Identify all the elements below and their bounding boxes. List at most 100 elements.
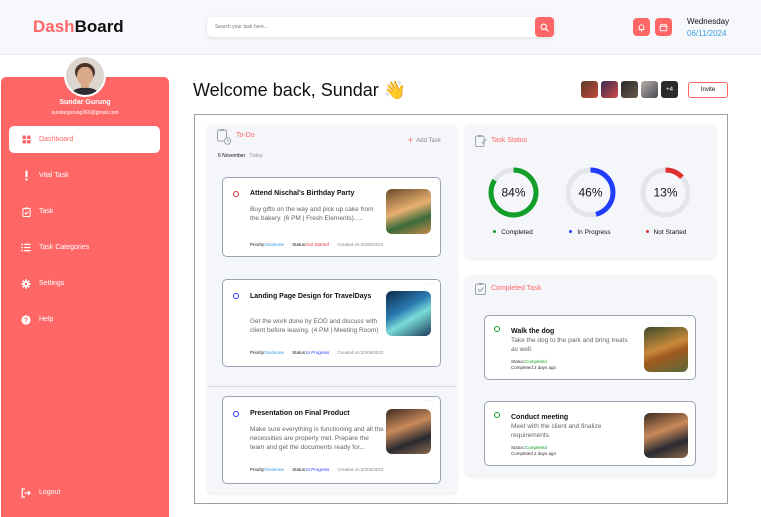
list-divider [208, 386, 456, 387]
priority-label: Priority: [250, 467, 266, 472]
completed-percent: 84% [501, 186, 525, 200]
sidebar-item-label: Vital Task [39, 172, 69, 179]
app-logo[interactable]: DashBoard [33, 17, 124, 37]
task-check-icon [21, 207, 31, 217]
status-value: Not Started [306, 242, 330, 247]
completed-task-title: Completed Task [491, 285, 542, 292]
status-value: In Progress [306, 467, 330, 472]
task-thumbnail [386, 291, 431, 336]
team-avatar[interactable] [621, 81, 638, 98]
search-input[interactable] [215, 20, 525, 34]
task-meta: Priority:Moderate Status:In Progress Creat… [250, 350, 383, 355]
task-meta: Priority:Moderate Status:Not Started Creat… [250, 242, 383, 247]
priority-label: Priority: [250, 242, 266, 247]
dashboard-icon [21, 135, 31, 144]
task-description: Get the work done by EOD and discuss wit… [250, 318, 379, 334]
legend-dot [569, 230, 573, 233]
team-avatar[interactable] [581, 81, 598, 98]
search-button[interactable] [535, 17, 554, 37]
more-options-icon[interactable]: ··· [427, 398, 434, 404]
page-title: Welcome back, Sundar 👋 [193, 80, 406, 101]
legend-in-progress: In Progress [560, 229, 620, 236]
completed-task-name: Conduct meeting [511, 414, 569, 421]
status-dot-completed [494, 412, 500, 418]
status-label: Status: [292, 242, 307, 247]
notifications-button[interactable] [633, 18, 650, 36]
team-avatar[interactable] [641, 81, 658, 98]
top-header: DashBoard Wednesday 06/11/2024 [0, 0, 761, 55]
status-value: Completed [525, 359, 547, 364]
team-avatar[interactable] [601, 81, 618, 98]
legend-label: In Progress [577, 229, 611, 236]
logout-button[interactable]: Logout [9, 479, 160, 506]
wave-emoji: 👋 [383, 80, 407, 100]
completed-ago: Completed 2 days ago [511, 451, 557, 456]
legend-not-started: Not Started [636, 229, 696, 236]
completed-task-description: Meet with the client and finalize requir… [511, 423, 602, 439]
calendar-button[interactable] [655, 18, 672, 36]
todo-clipboard-icon [217, 129, 232, 145]
status-dot-completed [494, 326, 500, 332]
sidebar-item-label: Task Categories [39, 244, 90, 251]
status-label: Status: [511, 359, 526, 364]
completed-meta: Status:Completed Completed 2 days ago [511, 359, 556, 371]
sidebar-item-label: Task [39, 208, 54, 215]
help-icon: ? [21, 314, 31, 325]
logout-label: Logout [39, 489, 61, 496]
logo-part-dash: Dash [33, 17, 75, 36]
add-task-label: Add Task [416, 138, 441, 144]
task-thumbnail [386, 189, 431, 234]
created-date: Created on:20/06/2023 [337, 242, 384, 247]
legend-label: Not Started [653, 229, 687, 236]
task-title: Presentation on Final Product [250, 410, 350, 417]
welcome-text: Welcome back, Sundar [193, 80, 379, 100]
more-options-icon[interactable]: ··· [427, 179, 434, 185]
sidebar-item-task[interactable]: Task [9, 198, 160, 225]
completed-task-icon [475, 283, 486, 295]
task-status-title: Task Status [491, 137, 528, 144]
todo-date-value: 6 November [218, 153, 246, 159]
team-more-count[interactable]: +4 [661, 81, 678, 98]
legend-dot [493, 230, 497, 233]
avatar-photo [66, 57, 104, 95]
calendar-icon [659, 23, 668, 31]
search-bar [207, 17, 554, 37]
current-day: Wednesday [687, 17, 730, 26]
todo-date: 6 November Today [218, 153, 263, 159]
more-options-icon[interactable]: ··· [682, 403, 689, 409]
sidebar-item-label: Help [39, 316, 54, 323]
sidebar-item-vital-task[interactable]: Vital Task [9, 162, 160, 189]
in-progress-percent: 46% [578, 186, 602, 200]
task-thumbnail [386, 409, 431, 454]
completed-thumbnail [644, 327, 688, 372]
completed-thumbnail [644, 413, 688, 458]
sidebar-item-label: Settings [39, 280, 65, 287]
avatar[interactable] [64, 55, 106, 97]
completed-task-name: Walk the dog [511, 328, 555, 335]
completed-meta: Status:Completed Completed 2 days ago [511, 445, 556, 457]
status-value: In Progress [306, 350, 330, 355]
more-options-icon[interactable]: ··· [682, 317, 689, 323]
status-dot-in-progress [233, 411, 239, 417]
sidebar-item-task-categories[interactable]: Task Categories [9, 234, 160, 261]
svg-text:?: ? [24, 317, 28, 324]
more-options-icon[interactable]: ··· [427, 281, 434, 287]
sidebar-item-settings[interactable]: Settings [9, 270, 160, 297]
status-label: Status: [292, 350, 307, 355]
search-icon [540, 22, 549, 32]
sidebar-item-dashboard[interactable]: Dashboard [9, 126, 160, 153]
completed-task-description: Take the dog to the park and bring treat… [511, 337, 628, 353]
logout-icon [21, 487, 31, 498]
legend-label: Completed [501, 229, 533, 236]
legend-completed: Completed [483, 229, 543, 236]
status-label: Status: [511, 445, 526, 450]
add-task-button[interactable]: + Add Task [408, 135, 441, 145]
status-dot-not-started [233, 191, 239, 197]
exclamation-icon [24, 170, 28, 181]
invite-button[interactable]: Invite [688, 82, 728, 98]
sidebar-item-help[interactable]: ? Help [9, 306, 160, 333]
task-description: Make sure everything is functioning and … [250, 426, 384, 451]
priority-value: Moderate [265, 242, 285, 247]
user-email: sundargurung360@gmail.com [51, 110, 119, 116]
current-date: 06/11/2024 [687, 29, 727, 38]
